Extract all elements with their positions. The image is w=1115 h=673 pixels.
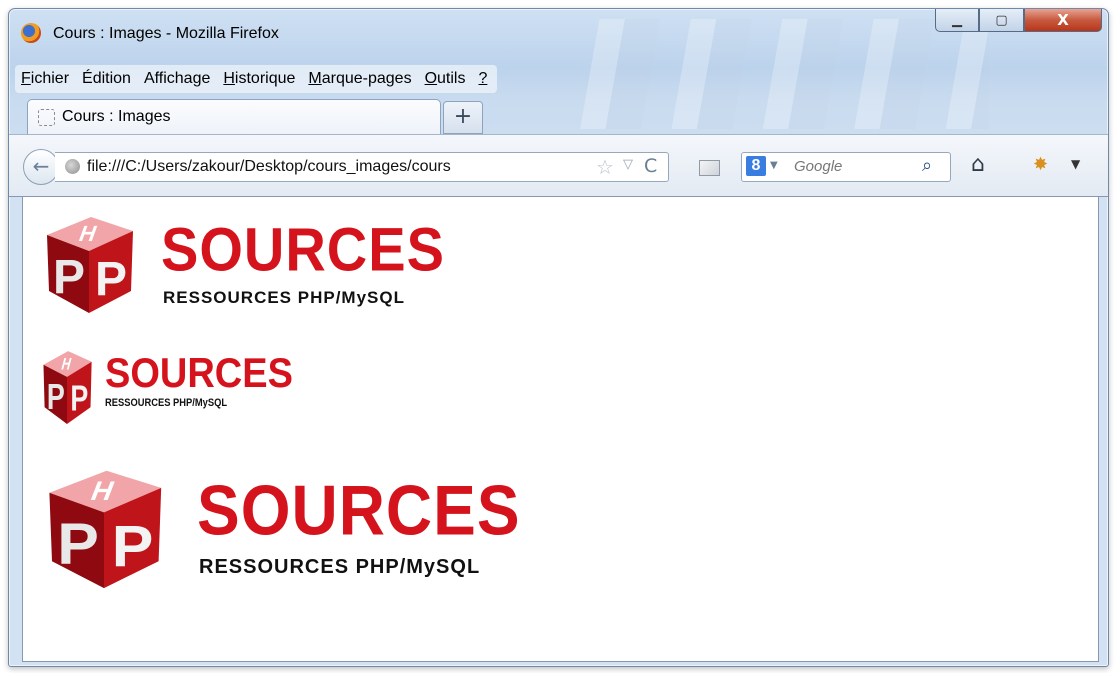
svg-text:P: P <box>57 510 99 576</box>
reload-icon[interactable]: C <box>644 155 657 177</box>
page-icon <box>38 109 55 126</box>
maximize-icon: ▢ <box>995 12 1008 28</box>
php-sources-logo-2: H P P SOURCES RESSOURCES PHP/MySQL <box>39 345 293 427</box>
url-text[interactable]: file:///C:/Users/zakour/Desktop/cours_im… <box>87 158 527 176</box>
close-button[interactable]: X <box>1024 9 1102 32</box>
history-dropdown-icon[interactable]: ▽ <box>623 157 633 172</box>
menu-item-outils[interactable]: Outils <box>425 70 466 88</box>
php-sources-logo-3: H P P SOURCES RESSOURCES PHP/MySQL <box>39 461 521 593</box>
search-input[interactable]: Google <box>794 158 842 175</box>
brand-title: SOURCES <box>197 470 521 550</box>
search-engine-icon[interactable]: 8 <box>746 156 766 176</box>
php-cube-icon: H P P <box>49 470 162 589</box>
firefox-icon[interactable] <box>21 23 41 43</box>
back-arrow-icon: ← <box>32 154 50 178</box>
svg-text:P: P <box>53 251 85 304</box>
menu-item-fichier[interactable]: Fichier <box>21 70 69 88</box>
url-bar[interactable]: file:///C:/Users/zakour/Desktop/cours_im… <box>55 152 669 182</box>
brand-tagline: RESSOURCES PHP/MySQL <box>199 556 481 578</box>
home-icon[interactable]: ⌂ <box>971 152 985 177</box>
tab-label: Cours : Images <box>62 108 171 125</box>
menu-item-marque-pages[interactable]: Marque-pages <box>308 70 411 88</box>
menu-item-edition[interactable]: Édition <box>82 70 131 88</box>
page-content: H P P SOURCES RESSOURCES PHP/MySQL H P P… <box>22 196 1099 662</box>
bookmark-star-icon[interactable]: ☆ <box>596 155 614 179</box>
php-cube-icon: H P P <box>47 217 133 313</box>
window-controls: ▁ ▢ X <box>935 9 1102 37</box>
svg-text:P: P <box>95 253 127 306</box>
chevron-down-icon[interactable]: ▼ <box>1071 157 1080 171</box>
php-cube-icon: H P P <box>43 351 92 424</box>
svg-text:P: P <box>70 377 88 418</box>
engine-dropdown-icon[interactable]: ▼ <box>770 160 778 171</box>
maximize-button[interactable]: ▢ <box>979 9 1024 32</box>
close-icon: X <box>1057 11 1069 29</box>
new-tab-button[interactable]: + <box>443 101 483 134</box>
minimize-button[interactable]: ▁ <box>935 9 979 32</box>
menu-bar: Fichier Édition Affichage Historique Mar… <box>15 65 498 93</box>
minimize-icon: ▁ <box>952 12 962 28</box>
window-title: Cours : Images - Mozilla Firefox <box>53 25 279 42</box>
menu-item-help[interactable]: ? <box>478 70 487 88</box>
plus-icon: + <box>453 104 473 129</box>
php-sources-logo-1: H P P SOURCES RESSOURCES PHP/MySQL <box>39 209 445 317</box>
menu-item-historique[interactable]: Historique <box>223 70 295 88</box>
brand-tagline: RESSOURCES PHP/MySQL <box>105 397 228 409</box>
svg-text:P: P <box>47 376 65 417</box>
back-button[interactable]: ← <box>23 149 59 185</box>
brand-title: SOURCES <box>161 214 445 284</box>
navigation-toolbar: ← file:///C:/Users/zakour/Desktop/cours_… <box>9 134 1108 197</box>
brand-tagline: RESSOURCES PHP/MySQL <box>163 288 405 307</box>
magnifier-icon[interactable]: ⌕ <box>922 155 932 176</box>
browser-window: Cours : Images - Mozilla Firefox ▁ ▢ X F… <box>8 8 1109 667</box>
envelope-icon[interactable] <box>699 160 720 176</box>
globe-icon <box>65 159 80 174</box>
svg-text:P: P <box>112 513 154 579</box>
addon-icon[interactable]: ✸ <box>1033 154 1048 175</box>
title-bar: Cours : Images - Mozilla Firefox ▁ ▢ X <box>9 9 1108 59</box>
menu-item-affichage[interactable]: Affichage <box>144 70 210 88</box>
search-box[interactable]: 8 ▼ Google ⌕ <box>741 152 951 182</box>
brand-title: SOURCES <box>105 350 293 397</box>
tab-cours-images[interactable]: Cours : Images <box>27 99 441 135</box>
